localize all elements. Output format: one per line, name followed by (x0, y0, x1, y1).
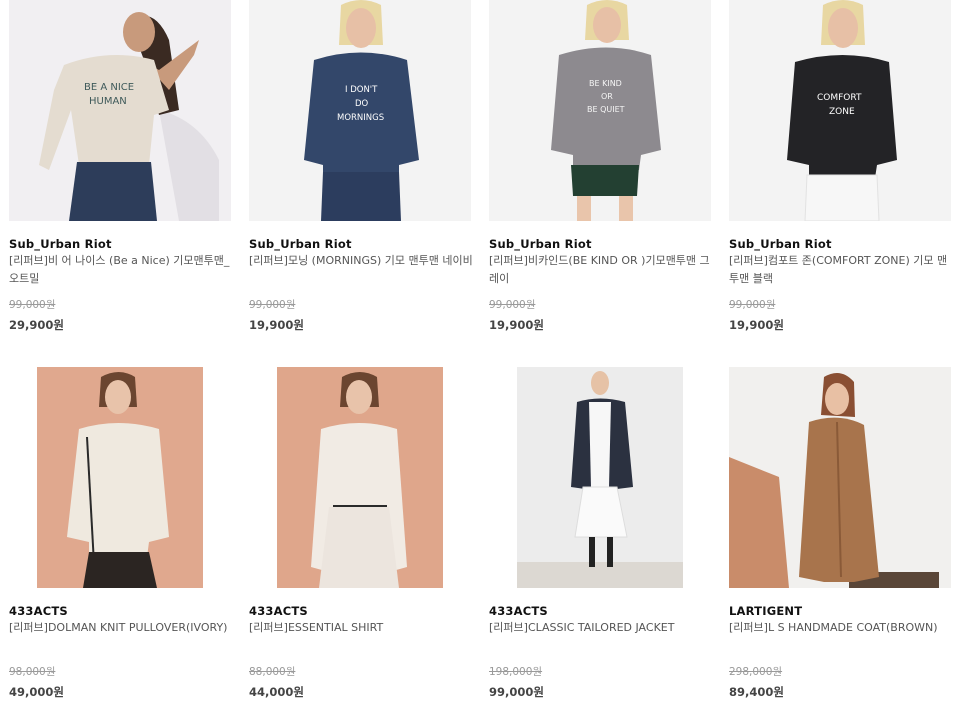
original-price: 99,000원 (9, 299, 56, 311)
original-price: 298,000원 (729, 666, 783, 678)
product-image[interactable]: BE KIND OR BE QUIET (489, 0, 711, 221)
sale-price: 29,900원 (9, 318, 64, 332)
shirt-print-line-2: DO (355, 99, 369, 109)
product-brand[interactable]: Sub_Urban Riot (249, 237, 352, 251)
sale-price: 19,900원 (729, 318, 784, 332)
product-image[interactable]: COMFORT ZONE (729, 0, 951, 221)
product-brand[interactable]: 433ACTS (489, 604, 548, 618)
product-name[interactable]: [리퍼브]모닝 (MORNINGS) 기모 맨투맨 네이비 (249, 252, 474, 270)
sale-price: 19,900원 (249, 318, 304, 332)
product-image[interactable]: BE A NICE HUMAN (9, 0, 231, 221)
product-brand[interactable]: Sub_Urban Riot (729, 237, 832, 251)
product-name[interactable]: [리퍼브]컴포트 존(COMFORT ZONE) 기모 맨투맨 블랙 (729, 252, 954, 288)
product-brand[interactable]: LARTIGENT (729, 604, 802, 618)
original-price: 99,000원 (729, 299, 776, 311)
product-brand[interactable]: 433ACTS (9, 604, 68, 618)
product-image[interactable] (9, 367, 231, 588)
sale-price: 89,400원 (729, 685, 784, 699)
product-brand[interactable]: Sub_Urban Riot (9, 237, 112, 251)
product-brand[interactable]: 433ACTS (249, 604, 308, 618)
product-name[interactable]: [리퍼브]비카인드(BE KIND OR )기모맨투맨 그레이 (489, 252, 714, 288)
original-price: 99,000원 (249, 299, 296, 311)
shirt-print-line-1: BE KIND (589, 79, 622, 88)
shirt-print-line-3: BE QUIET (587, 105, 625, 114)
shirt-print-line-3: MORNINGS (337, 113, 384, 123)
product-image[interactable] (249, 367, 471, 588)
sale-price: 44,000원 (249, 685, 304, 699)
product-name[interactable]: [리퍼브]CLASSIC TAILORED JACKET (489, 619, 714, 637)
sale-price: 19,900원 (489, 318, 544, 332)
sale-price: 99,000원 (489, 685, 544, 699)
product-image[interactable]: I DON'T DO MORNINGS (249, 0, 471, 221)
product-brand[interactable]: Sub_Urban Riot (489, 237, 592, 251)
shirt-print-line-2: ZONE (829, 107, 855, 117)
shirt-print-line-1: BE A NICE (84, 82, 134, 93)
shirt-print-line-1: I DON'T (345, 85, 378, 95)
shirt-print-line-2: HUMAN (89, 96, 127, 107)
product-name[interactable]: [리퍼브]DOLMAN KNIT PULLOVER(IVORY) (9, 619, 234, 637)
product-image[interactable] (729, 367, 951, 588)
product-name[interactable]: [리퍼브]L S HANDMADE COAT(BROWN) (729, 619, 954, 637)
shirt-print-line-1: COMFORT (817, 93, 862, 103)
product-name[interactable]: [리퍼브]비 어 나이스 (Be a Nice) 기모맨투맨_오트밀 (9, 252, 234, 288)
original-price: 98,000원 (9, 666, 56, 678)
original-price: 88,000원 (249, 666, 296, 678)
product-image[interactable] (489, 367, 711, 588)
product-name[interactable]: [리퍼브]ESSENTIAL SHIRT (249, 619, 474, 637)
original-price: 198,000원 (489, 666, 543, 678)
original-price: 99,000원 (489, 299, 536, 311)
sale-price: 49,000원 (9, 685, 64, 699)
shirt-print-line-2: OR (601, 92, 613, 101)
